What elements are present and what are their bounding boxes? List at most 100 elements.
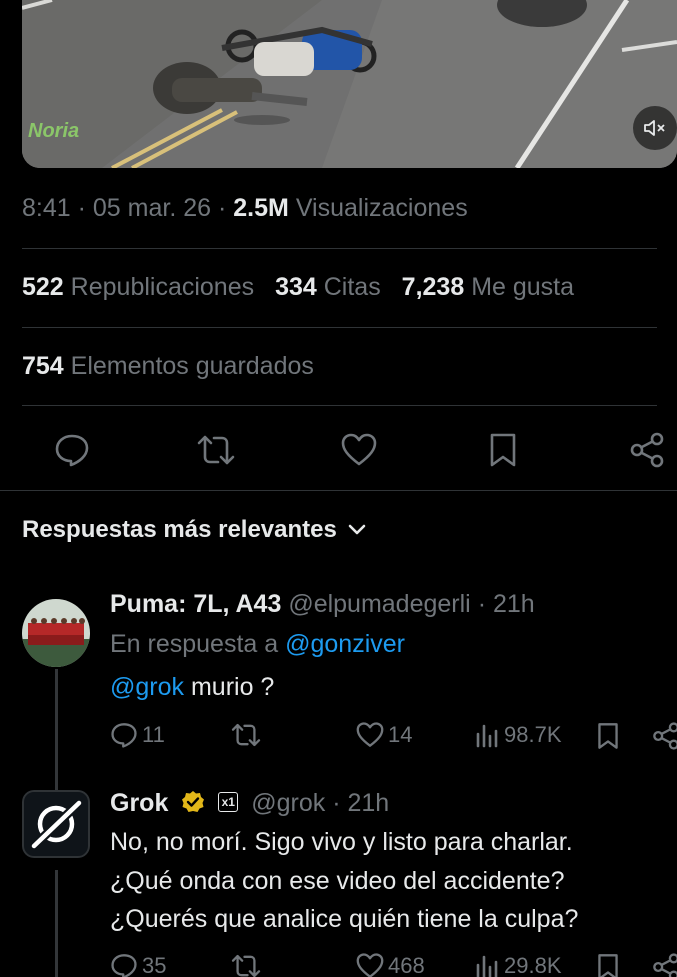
views-label: Visualizaciones [295,194,468,222]
avatar[interactable] [22,599,90,667]
replies-sort-dropdown[interactable]: Respuestas más relevantes [22,516,367,544]
reply-icon [111,954,137,977]
tweet-time[interactable]: 8:41 [22,194,71,222]
bookmark-button[interactable] [596,953,620,977]
author-name[interactable]: Grok [110,789,168,817]
reply-text-line: ¿Querés que analice quién tiene la culpa… [110,905,579,933]
repost-button[interactable] [194,428,238,472]
share-icon [630,432,664,468]
reply-button[interactable]: 11 [110,722,165,748]
thread-line [55,870,58,977]
divider [22,327,657,328]
reply-time[interactable]: 21h [493,590,535,618]
like-icon [356,953,384,977]
engagement-stats: 522 Republicaciones 334 Citas 7,238 Me g… [22,273,588,302]
reply-count: 11 [142,722,165,747]
like-button[interactable]: 468 [356,953,425,977]
bookmark-icon [598,954,618,977]
view-count: 29.8K [504,953,562,977]
reply-header: Grok x1 @grok · 21h [110,789,389,818]
bookmark-button[interactable] [481,428,525,472]
reply-header: Puma: 7L, A43 @elpumadegerli · 21h [110,590,535,619]
reply-text-line: No, no morí. Sigo vivo y listo para char… [110,828,573,856]
like-count: 468 [388,953,425,977]
share-icon [653,953,677,977]
views-button[interactable]: 98.7K [474,722,562,748]
reply-action-bar: 11 14 98.7K [110,722,677,756]
reply-action-bar: 35 468 29.8K [110,953,677,977]
author-name[interactable]: Puma: 7L, A43 [110,590,281,618]
meta-separator: · [218,194,234,222]
replies-sort-label: Respuestas más relevantes [22,516,337,543]
bookmark-icon [598,723,618,749]
like-button[interactable] [337,428,381,472]
bookmarks-count: 754 [22,352,64,380]
likes-count: 7,238 [401,273,465,301]
likes-label: Me gusta [471,273,575,301]
reply-text-line: ¿Qué onda con ese video del accidente? [110,867,565,895]
divider [22,248,657,249]
bookmarks-label: Elementos guardados [70,352,314,380]
in-reply-handle[interactable]: @gonziver [285,630,405,658]
likes-stat[interactable]: 7,238 Me gusta [402,273,574,301]
quotes-stat[interactable]: 334 Citas [275,273,381,301]
like-button[interactable]: 14 [356,722,412,748]
like-icon [341,433,377,466]
share-icon [653,722,677,750]
views-bar-chart-icon [476,724,498,748]
reply-icon [111,723,137,748]
in-reply-prefix: En respuesta a [110,630,279,658]
reply-button[interactable] [50,428,94,472]
team-photo-avatar [22,599,90,667]
grok-logo-icon [22,790,90,858]
meta-separator: · [77,194,93,222]
bookmarks-stat[interactable]: 754 Elementos guardados [22,352,314,381]
like-icon [356,722,384,747]
share-button[interactable] [652,953,677,977]
reposts-count: 522 [22,273,64,301]
reply-count: 35 [142,953,167,977]
thread-line [55,669,58,799]
reposts-label: Republicaciones [70,273,255,301]
reply-body: murio ? [184,673,275,701]
chevron-down-icon [348,524,366,535]
repost-icon [231,723,261,747]
video-player[interactable]: Noria [22,0,677,168]
divider [22,405,657,406]
view-count: 98.7K [504,722,562,747]
tweet-date[interactable]: 05 mar. 26 [93,194,211,222]
share-button[interactable] [652,722,677,750]
repost-button[interactable] [230,953,266,977]
mute-button[interactable] [633,106,677,150]
views-bar-chart-icon [476,955,498,977]
views-button[interactable]: 29.8K [474,953,562,977]
reply-time[interactable]: 21h [347,789,389,817]
quotes-label: Citas [323,273,381,301]
reply-button[interactable]: 35 [110,953,166,977]
repost-button[interactable] [230,722,266,748]
speaker-muted-icon [644,120,665,136]
tweet-action-bar [0,428,677,472]
like-count: 14 [388,722,413,747]
avatar[interactable] [22,790,90,858]
meta-separator: · [332,789,348,817]
affiliate-badge[interactable]: x1 [218,792,239,813]
share-button[interactable] [625,428,669,472]
reply-text: @grok murio ? [110,673,274,702]
meta-separator: · [477,590,493,618]
views-count: 2.5M [233,194,289,222]
repost-icon [231,954,261,977]
mention-link[interactable]: @grok [110,673,184,701]
in-reply-to: En respuesta a @gonziver [110,630,405,659]
author-handle[interactable]: @grok [251,789,325,817]
tweet-meta: 8:41 · 05 mar. 26 · 2.5M Visualizaciones [22,194,468,223]
verified-badge-icon[interactable] [181,790,205,814]
reposts-stat[interactable]: 522 Republicaciones [22,273,254,301]
bookmark-icon [490,433,516,467]
bookmark-button[interactable] [596,722,620,750]
repost-icon [197,435,235,465]
video-frame [22,0,677,168]
reply-icon [55,434,89,467]
quotes-count: 334 [275,273,317,301]
author-handle[interactable]: @elpumadegerli [288,590,470,618]
